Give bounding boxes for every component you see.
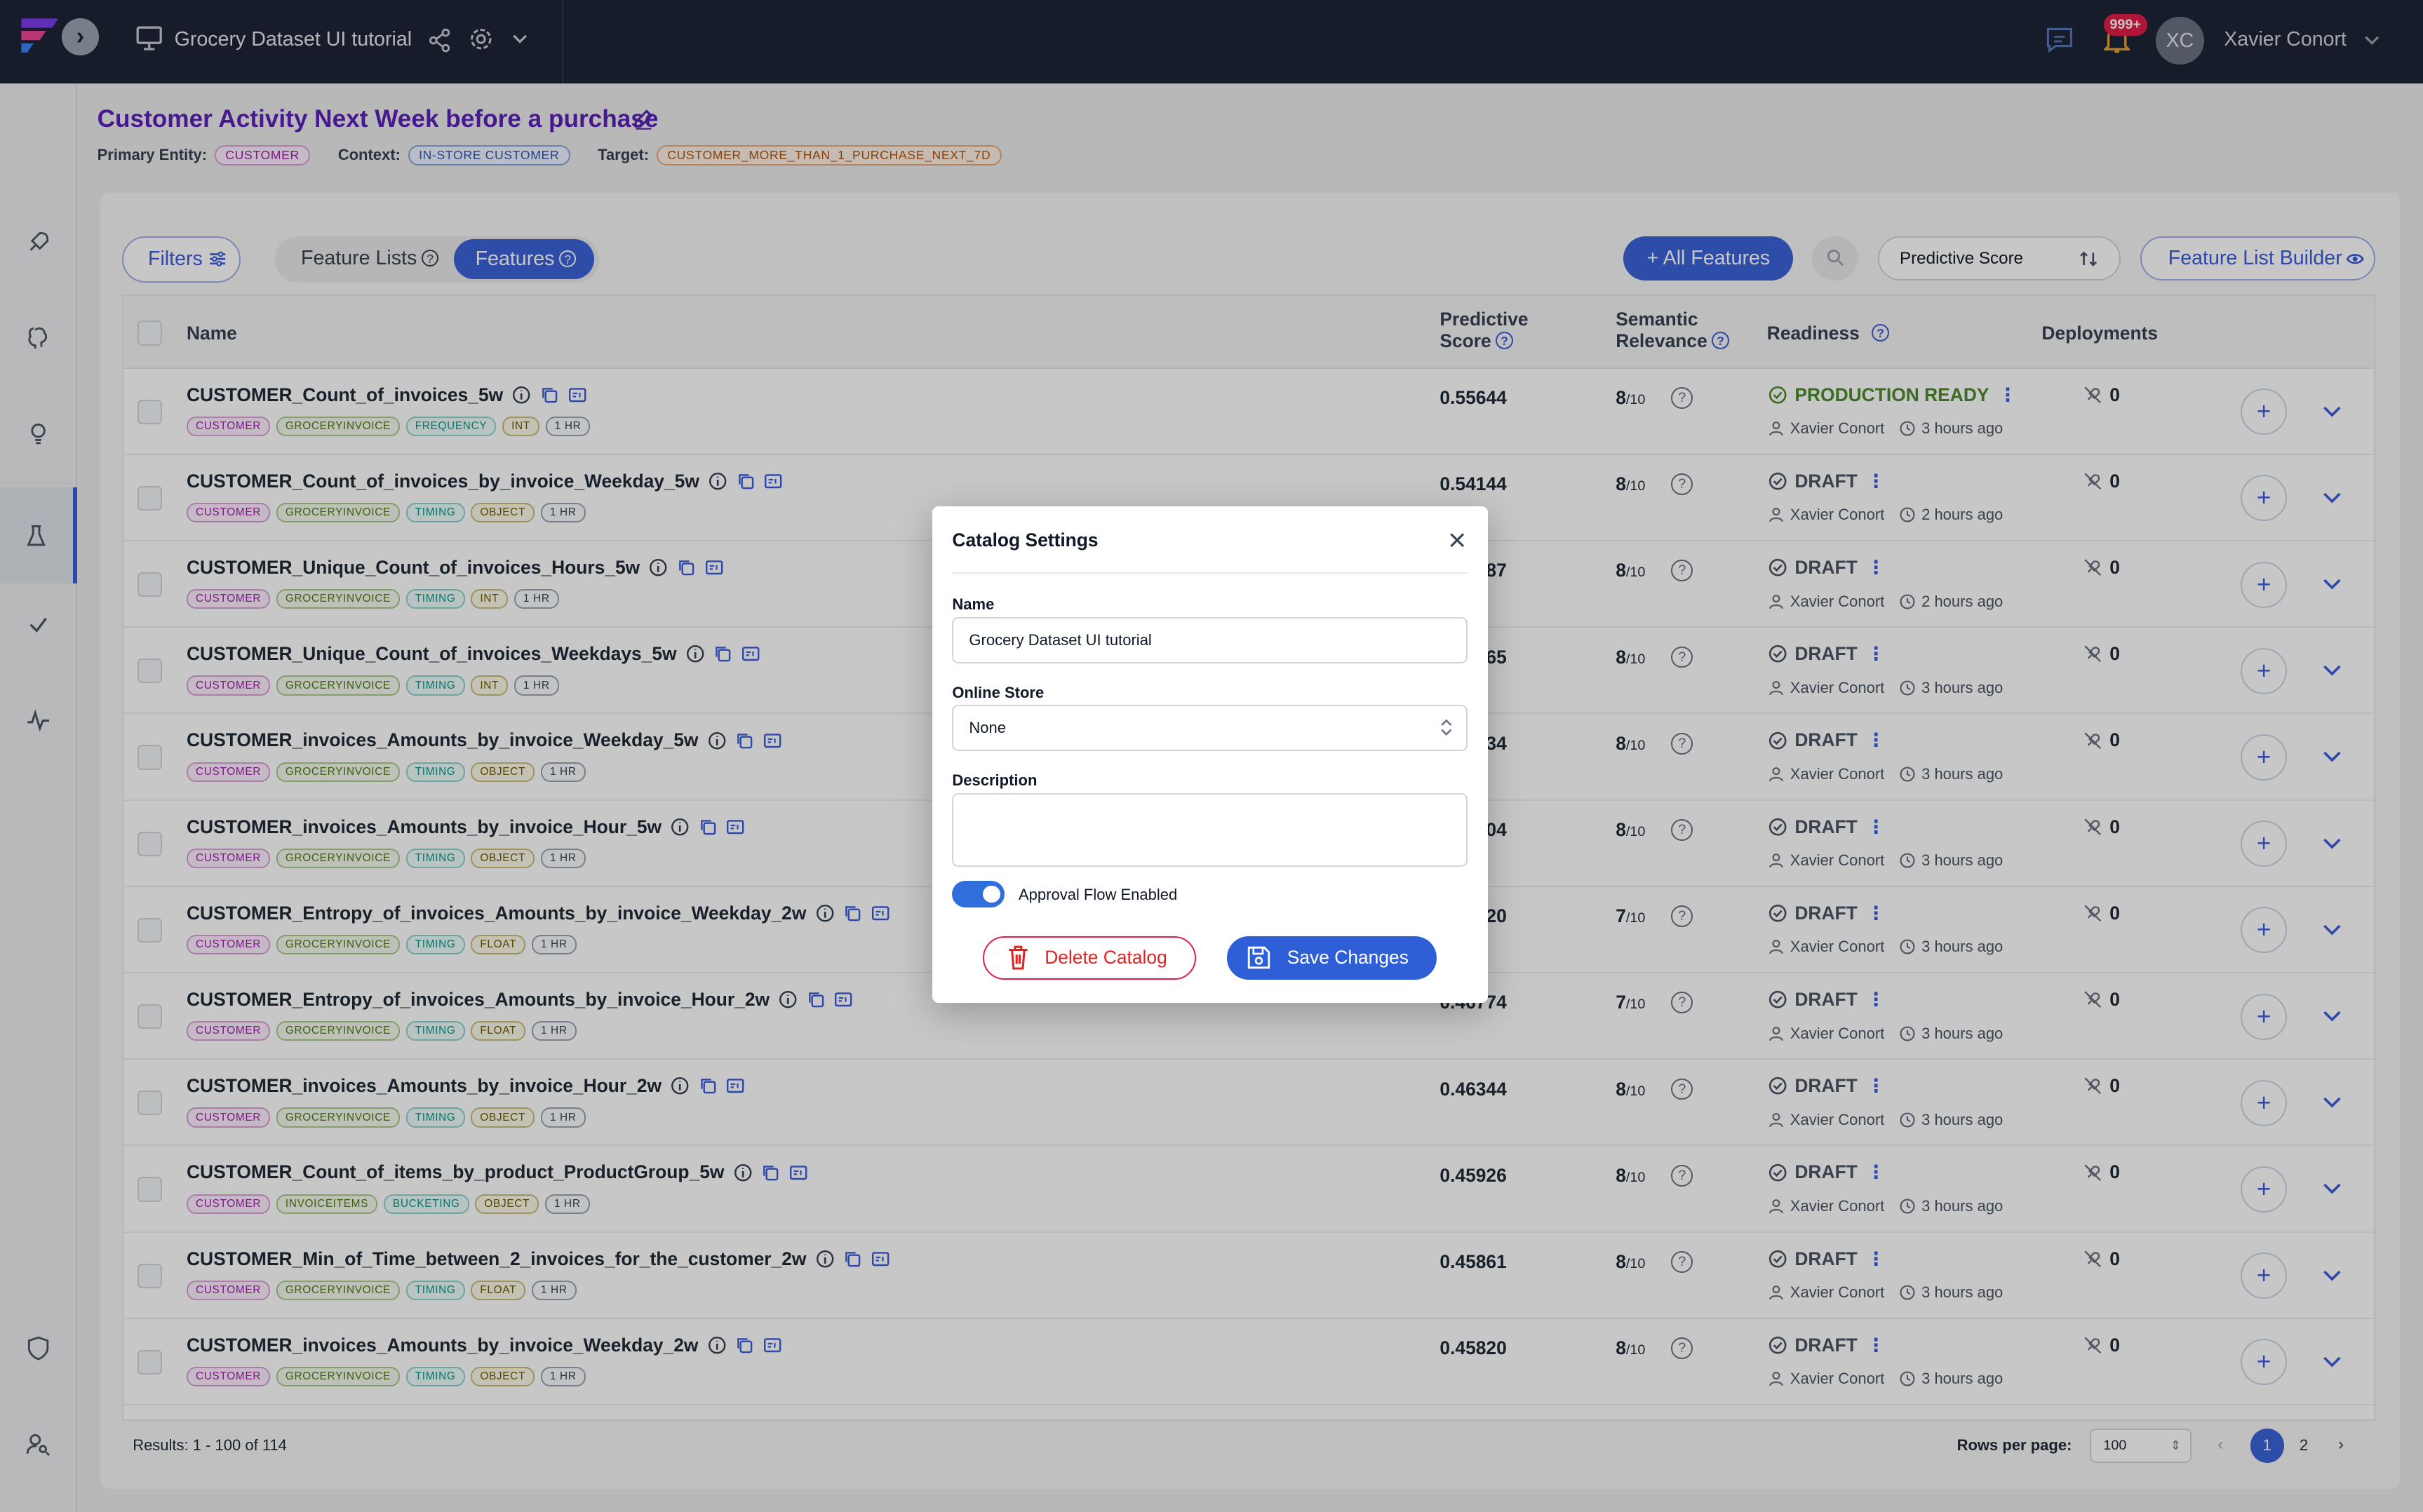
save-icon	[1247, 946, 1270, 968]
online-store-select[interactable]: None	[952, 705, 1468, 752]
online-store-value: None	[969, 719, 1006, 737]
approval-flow-label: Approval Flow Enabled	[1018, 885, 1178, 903]
trash-icon	[1009, 946, 1028, 970]
name-field-value: Grocery Dataset UI tutorial	[969, 630, 1152, 649]
description-label: Description	[952, 771, 1038, 789]
online-store-label: Online Store	[952, 683, 1045, 701]
save-changes-label: Save Changes	[1287, 947, 1409, 968]
catalog-settings-dialog: Catalog Settings Name Grocery Dataset UI…	[932, 506, 1488, 1003]
dialog-title: Catalog Settings	[952, 529, 1099, 551]
description-textarea[interactable]	[952, 792, 1468, 868]
save-changes-button[interactable]: Save Changes	[1226, 936, 1437, 980]
divider	[952, 572, 1468, 574]
delete-catalog-button[interactable]: Delete Catalog	[983, 936, 1196, 980]
approval-flow-toggle[interactable]	[952, 881, 1005, 907]
name-field[interactable]: Grocery Dataset UI tutorial	[952, 616, 1468, 663]
delete-catalog-label: Delete Catalog	[1045, 947, 1167, 968]
name-label: Name	[952, 595, 995, 614]
updown-icon	[1441, 719, 1452, 736]
close-icon[interactable]	[1448, 531, 1466, 549]
